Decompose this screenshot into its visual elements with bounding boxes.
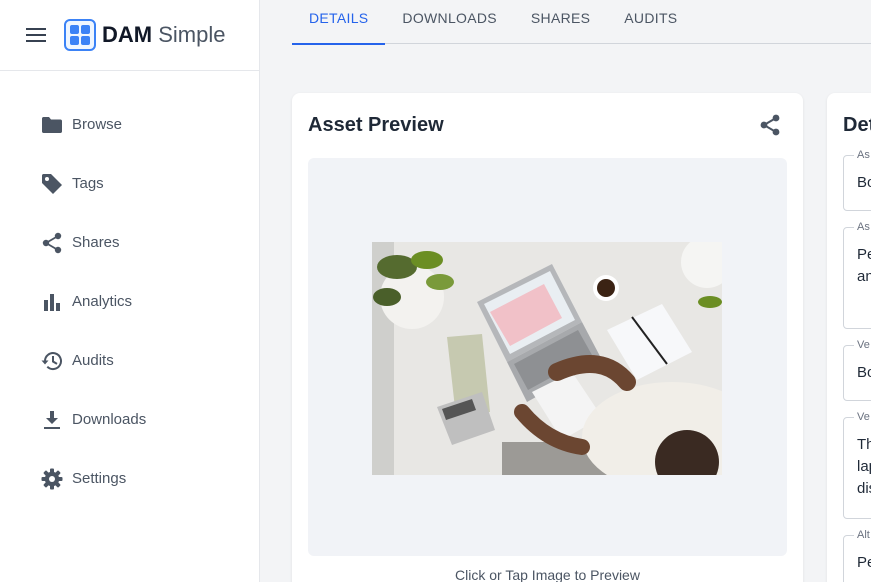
tab-audits[interactable]: AUDITS — [607, 0, 694, 44]
sidebar: DAM Simple Browse Tags Shares Analytics … — [0, 0, 260, 582]
app-title: DAM Simple — [102, 22, 226, 47]
asset-details-card: Det As Bo As Pe an Ve Bo Ve Th lap dis A… — [827, 93, 871, 582]
field-label: Alt — [854, 529, 871, 541]
tab-shares[interactable]: SHARES — [514, 0, 607, 44]
sidebar-item-label: Analytics — [72, 293, 133, 310]
asset-preview-title: Asset Preview — [308, 114, 444, 136]
bar-chart-icon — [40, 290, 64, 314]
asset-photo — [372, 242, 722, 475]
sidebar-item-downloads[interactable]: Downloads — [0, 390, 259, 449]
app-logo[interactable]: DAM Simple — [64, 19, 225, 51]
field-value: Bo — [857, 364, 871, 381]
tag-icon — [40, 172, 64, 196]
sidebar-item-audits[interactable]: Audits — [0, 331, 259, 390]
field-value: Pe — [857, 554, 871, 571]
field-value: Pe an — [857, 246, 871, 285]
alt-text-field[interactable]: Alt Pe — [843, 529, 871, 582]
tab-downloads[interactable]: DOWNLOADS — [385, 0, 514, 44]
preview-caption: Click or Tap Image to Preview — [455, 567, 640, 582]
history-icon — [40, 349, 64, 373]
version-name-field[interactable]: Ve Bo — [843, 339, 871, 401]
gear-icon — [40, 467, 64, 491]
sidebar-item-label: Browse — [72, 116, 123, 133]
field-label: As — [854, 221, 871, 233]
field-label: Ve — [854, 411, 871, 423]
field-label: As — [854, 149, 871, 161]
sidebar-item-browse[interactable]: Browse — [0, 95, 259, 154]
sidebar-item-label: Settings — [72, 470, 127, 487]
sidebar-item-tags[interactable]: Tags — [0, 154, 259, 213]
asset-name-field[interactable]: As Bo — [843, 149, 871, 211]
asset-tabs: DETAILS DOWNLOADS SHARES AUDITS — [292, 0, 871, 45]
asset-image[interactable] — [372, 242, 722, 475]
sidebar-nav: Browse Tags Shares Analytics Audits Down… — [0, 71, 259, 508]
tab-details[interactable]: DETAILS — [292, 0, 386, 45]
preview-area — [308, 158, 787, 556]
share-icon — [760, 114, 780, 136]
field-value: Th lap dis — [857, 436, 871, 497]
sidebar-header: DAM Simple — [0, 0, 259, 71]
sidebar-item-label: Shares — [72, 234, 120, 251]
asset-description-field[interactable]: As Pe an — [843, 221, 871, 329]
sidebar-item-label: Audits — [72, 352, 114, 369]
sidebar-item-settings[interactable]: Settings — [0, 449, 259, 508]
share-button[interactable] — [759, 113, 783, 137]
menu-button[interactable] — [24, 23, 48, 47]
hamburger-icon — [26, 28, 46, 42]
version-description-field[interactable]: Ve Th lap dis — [843, 411, 871, 519]
folder-icon — [40, 113, 64, 137]
sidebar-item-label: Tags — [72, 175, 104, 192]
logo-grid-icon — [64, 19, 96, 51]
field-value: Bo — [857, 174, 871, 191]
asset-preview-card: Asset Preview Click or Tap Image to Prev… — [292, 93, 803, 582]
download-icon — [40, 408, 64, 432]
asset-details-title: Det — [843, 114, 871, 136]
field-label: Ve — [854, 339, 871, 351]
share-icon — [40, 231, 64, 255]
sidebar-item-analytics[interactable]: Analytics — [0, 272, 259, 331]
sidebar-item-shares[interactable]: Shares — [0, 213, 259, 272]
sidebar-item-label: Downloads — [72, 411, 147, 428]
